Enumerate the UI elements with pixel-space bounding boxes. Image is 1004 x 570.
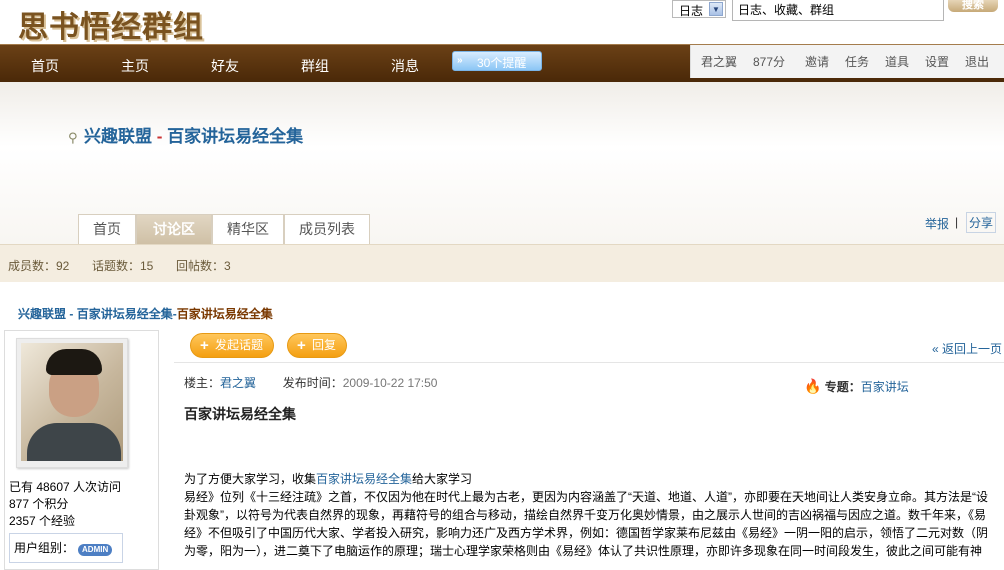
settings-link[interactable]: 设置 bbox=[925, 53, 949, 70]
tab-members[interactable]: 成员列表 bbox=[284, 214, 370, 244]
breadcrumb-category[interactable]: 兴趣联盟 bbox=[18, 307, 66, 321]
group-name-link[interactable]: 百家讲坛易经全集 bbox=[167, 127, 303, 146]
nav-home[interactable]: 首页 bbox=[0, 56, 90, 76]
magnifier-icon: ⚲ bbox=[68, 130, 78, 145]
experience-count: 2357 个经验 bbox=[9, 514, 76, 528]
avatar-photo bbox=[21, 343, 123, 461]
search-input[interactable]: 日志、收藏、群组 bbox=[732, 0, 944, 21]
topic-label: 专题： bbox=[824, 380, 861, 394]
tab-home[interactable]: 首页 bbox=[78, 214, 136, 244]
post-meta: 楼主：君之翼 发布时间：2009-10-22 17:50 bbox=[184, 374, 437, 391]
breadcrumb-sep: - bbox=[66, 307, 77, 321]
chevron-down-icon: ▼ bbox=[709, 2, 723, 16]
collection-link[interactable]: 百家讲坛易经全集 bbox=[316, 472, 412, 486]
items-link[interactable]: 道具 bbox=[885, 53, 909, 70]
group-header: ⚲ 兴趣联盟 - 百家讲坛易经全集 首页 讨论区 精华区 成员列表 举报 | 分享 bbox=[0, 82, 1004, 244]
group-stats: 成员数：92 话题数：15 回帖数：3 bbox=[0, 244, 1004, 282]
nav-groups[interactable]: 群组 bbox=[270, 56, 360, 76]
user-menu: 君之翼 877分 邀请 任务 道具 设置 退出 bbox=[690, 45, 1004, 78]
search-scope-select[interactable]: 日志 ▼ bbox=[672, 0, 726, 18]
tab-featured[interactable]: 精华区 bbox=[212, 214, 284, 244]
admin-badge: ADMIN bbox=[78, 544, 113, 556]
logout-link[interactable]: 退出 bbox=[965, 53, 989, 70]
plus-icon: + bbox=[200, 337, 209, 354]
back-link[interactable]: « 返回上一页 bbox=[932, 340, 1002, 357]
group-category-link[interactable]: 兴趣联盟 bbox=[84, 127, 152, 146]
owner-label: 楼主： bbox=[184, 376, 221, 390]
main-nav: 首页 主页 好友 群组 消息 » 30个提醒 君之翼 877分 邀请 任务 道具… bbox=[0, 44, 1004, 82]
fire-icon: 🔥 bbox=[804, 378, 822, 394]
post-paragraph: 易经》位列《十三经注疏》之首，不仅因为他在时代上最为古老，更因为内容涵盖了“天道… bbox=[184, 490, 989, 558]
member-count: 成员数：92 bbox=[8, 259, 70, 273]
avatar-body bbox=[27, 423, 121, 461]
avatar-hair bbox=[46, 349, 102, 375]
new-topic-button[interactable]: + 发起话题 bbox=[190, 333, 275, 358]
plus-icon: + bbox=[297, 337, 306, 354]
title-dash: - bbox=[152, 127, 168, 146]
intro-text-end: 给大家学习 bbox=[412, 472, 473, 486]
divider: | bbox=[955, 215, 959, 229]
author-panel: 已有 48607 人次访问 877 个积分 2357 个经验 用户组别： ADMI… bbox=[4, 330, 159, 570]
site-logo[interactable]: 思书悟经群组 bbox=[18, 2, 204, 46]
report-link[interactable]: 举报 bbox=[925, 215, 949, 232]
breadcrumb-current: 百家讲坛易经全集 bbox=[176, 307, 273, 321]
nav-messages[interactable]: 消息 bbox=[360, 56, 450, 76]
reminders-button[interactable]: » 30个提醒 bbox=[452, 51, 542, 71]
invite-link[interactable]: 邀请 bbox=[805, 53, 829, 70]
post-body: 为了方便大家学习，收集百家讲坛易经全集给大家学习 易经》位列《十三经注疏》之首，… bbox=[184, 470, 996, 560]
author-stats: 已有 48607 人次访问 877 个积分 2357 个经验 bbox=[9, 479, 121, 530]
reply-label: 回复 bbox=[312, 338, 337, 352]
divider-line bbox=[174, 362, 1004, 363]
group-title: ⚲ 兴趣联盟 - 百家讲坛易经全集 bbox=[68, 122, 303, 147]
visit-count: 已有 48607 人次访问 bbox=[9, 480, 122, 494]
post-title: 百家讲坛易经全集 bbox=[184, 406, 296, 422]
topic-link[interactable]: 百家讲坛 bbox=[861, 380, 909, 394]
tab-discussion[interactable]: 讨论区 bbox=[136, 214, 212, 244]
nav-profile[interactable]: 主页 bbox=[90, 56, 180, 76]
share-button[interactable]: 分享 bbox=[966, 212, 997, 233]
reminders-label: 30个提醒 bbox=[477, 56, 527, 70]
post-intro: 为了方便大家学习，收集百家讲坛易经全集给大家学习 bbox=[184, 470, 996, 488]
points-count: 877 个积分 bbox=[9, 497, 69, 511]
reply-count: 回帖数：3 bbox=[176, 259, 231, 273]
new-topic-label: 发起话题 bbox=[215, 338, 264, 352]
search-button[interactable]: 搜索 bbox=[948, 0, 998, 12]
intro-text: 为了方便大家学习，收集 bbox=[184, 472, 317, 486]
user-group-label: 用户组别： bbox=[14, 541, 75, 555]
top-bar: 思书悟经群组 日志 ▼ 日志、收藏、群组 搜索 bbox=[0, 0, 1004, 46]
post-area: + 发起话题 + 回复 « 返回上一页 楼主：君之翼 发布时间：2009-10-22… bbox=[174, 326, 1004, 558]
nav-friends[interactable]: 好友 bbox=[180, 56, 270, 76]
user-name-link[interactable]: 君之翼 bbox=[701, 53, 737, 70]
owner-link[interactable]: 君之翼 bbox=[220, 376, 256, 390]
search-scope-value: 日志 bbox=[679, 4, 704, 18]
avatar[interactable] bbox=[16, 338, 128, 468]
topic-tag: 🔥 专题：百家讲坛 bbox=[804, 378, 909, 395]
user-group: 用户组别： ADMIN bbox=[9, 533, 123, 563]
tasks-link[interactable]: 任务 bbox=[845, 53, 869, 70]
time-label: 发布时间： bbox=[282, 376, 343, 390]
post-time: 2009-10-22 17:50 bbox=[342, 376, 438, 390]
reply-button[interactable]: + 回复 bbox=[287, 333, 348, 358]
breadcrumb-group[interactable]: 百家讲坛易经全集 bbox=[77, 307, 173, 321]
topic-count: 话题数：15 bbox=[92, 259, 154, 273]
user-score[interactable]: 877分 bbox=[753, 53, 785, 70]
double-chevron-icon: » bbox=[457, 55, 463, 66]
breadcrumb: 兴趣联盟 - 百家讲坛易经全集-百家讲坛易经全集 bbox=[18, 305, 273, 322]
